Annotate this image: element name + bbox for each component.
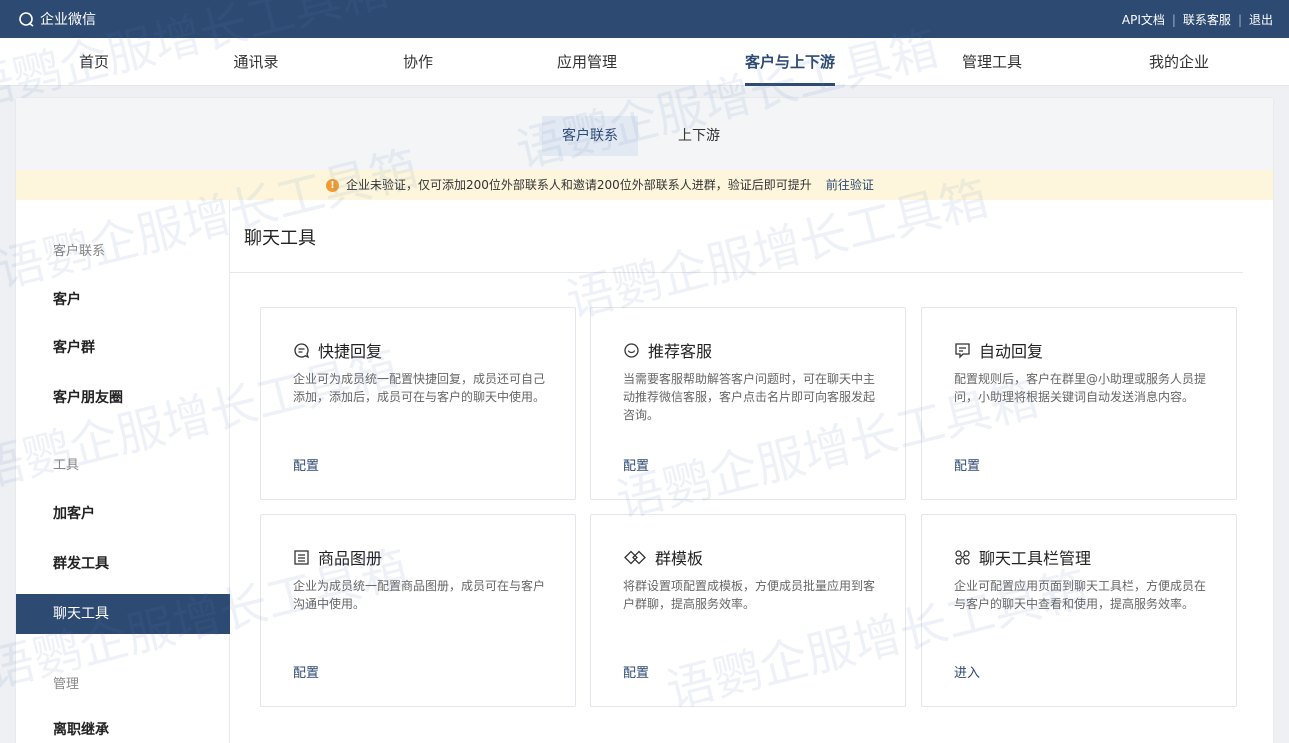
card-description: 企业可为成员统一配置快捷回复，成员还可自己添加，添加后，成员可在与客户的聊天中使… <box>293 372 546 404</box>
card-description: 配置规则后，客户在群里@小助理或服务人员提问，小助理将根据关键词自动发送消息内容… <box>954 372 1207 404</box>
wecom-logo-icon <box>18 11 35 28</box>
logout-link[interactable]: 退出 <box>1249 11 1273 28</box>
brand-name: 企业微信 <box>40 12 96 28</box>
top-bar: 企业微信 API文档 | 联系客服 | 退出 <box>0 0 1289 38</box>
nav-contacts[interactable]: 通讯录 <box>233 38 278 86</box>
card-title: 自动回复 <box>979 342 1044 361</box>
nav-home[interactable]: 首页 <box>79 38 109 86</box>
configure-button[interactable]: 配置 <box>293 662 319 681</box>
link-separator: | <box>1237 12 1242 27</box>
card-product-album: 商品图册 企业为成员统一配置商品图册，成员可在与客户沟通中使用。 配置 <box>260 514 576 707</box>
card-description: 当需要客服帮助解答客户问题时，可在聊天中主动推荐微信客服，客户点击名片即可向客服… <box>623 372 876 422</box>
configure-button[interactable]: 配置 <box>623 455 649 474</box>
configure-button[interactable]: 配置 <box>293 455 319 474</box>
nav-my-enterprise[interactable]: 我的企业 <box>1149 38 1209 86</box>
sidebar: 客户联系 客户 客户群 客户朋友圈 工具 加客户 群发工具 聊天工具 管理 离职… <box>16 200 230 743</box>
brand-logo[interactable]: 企业微信 <box>18 9 96 29</box>
warning-icon: ! <box>326 178 339 192</box>
contact-support-link[interactable]: 联系客服 <box>1183 11 1231 28</box>
configure-button[interactable]: 配置 <box>623 662 649 681</box>
link-separator: | <box>1171 12 1176 27</box>
card-title: 聊天工具栏管理 <box>979 549 1092 568</box>
recommend-service-icon <box>623 342 640 359</box>
card-title: 快捷回复 <box>318 342 383 361</box>
product-album-icon <box>293 549 310 566</box>
sidebar-group-tools: 工具 <box>53 458 80 473</box>
toolbar-manage-icon <box>954 549 971 566</box>
main-nav: 首页 通讯录 协作 应用管理 客户与上下游 管理工具 我的企业 <box>0 38 1289 86</box>
card-title: 商品图册 <box>318 549 383 568</box>
card-title: 群模板 <box>655 549 704 568</box>
nav-app-management[interactable]: 应用管理 <box>557 38 617 86</box>
subtab-bar: 客户联系 上下游 <box>16 98 1273 170</box>
notice-text: 企业未验证，仅可添加200位外部联系人和邀请200位外部联系人进群，验证后即可提… <box>346 178 812 192</box>
api-docs-link[interactable]: API文档 <box>1122 11 1165 28</box>
card-description: 企业可配置应用页面到聊天工具栏，方便成员在与客户的聊天中查看和使用，提高服务效率… <box>954 579 1207 611</box>
verify-link[interactable]: 前往验证 <box>826 170 874 200</box>
nav-management-tools[interactable]: 管理工具 <box>962 38 1022 86</box>
nav-collaboration[interactable]: 协作 <box>403 38 433 86</box>
card-quick-reply: 快捷回复 企业可为成员统一配置快捷回复，成员还可自己添加，添加后，成员可在与客户… <box>260 307 576 500</box>
card-description: 将群设置项配置成模板，方便成员批量应用到客户群聊，提高服务效率。 <box>623 579 876 611</box>
card-auto-reply: 自动回复 配置规则后，客户在群里@小助理或服务人员提问，小助理将根据关键词自动发… <box>921 307 1237 500</box>
sidebar-item-customers[interactable]: 客户 <box>16 280 230 320</box>
group-template-icon <box>623 549 647 566</box>
top-links: API文档 | 联系客服 | 退出 <box>1122 11 1273 28</box>
verification-notice: ! 企业未验证，仅可添加200位外部联系人和邀请200位外部联系人进群，验证后即… <box>16 170 1273 200</box>
card-toolbar-management: 聊天工具栏管理 企业可配置应用页面到聊天工具栏，方便成员在与客户的聊天中查看和使… <box>921 514 1237 707</box>
sidebar-item-customer-groups[interactable]: 客户群 <box>16 328 230 368</box>
enter-button[interactable]: 进入 <box>954 662 980 681</box>
card-recommend-service: 推荐客服 当需要客服帮助解答客户问题时，可在聊天中主动推荐微信客服，客户点击名片… <box>590 307 906 500</box>
tab-customer-contact[interactable]: 客户联系 <box>542 116 638 156</box>
card-title: 推荐客服 <box>648 342 713 361</box>
nav-customers-partners[interactable]: 客户与上下游 <box>744 38 836 86</box>
card-group-template: 群模板 将群设置项配置成模板，方便成员批量应用到客户群聊，提高服务效率。 配置 <box>590 514 906 707</box>
sidebar-item-add-customer[interactable]: 加客户 <box>16 494 230 534</box>
sidebar-item-mass-message[interactable]: 群发工具 <box>16 544 230 584</box>
title-divider <box>230 272 1243 273</box>
tab-upstream-downstream[interactable]: 上下游 <box>658 116 740 156</box>
sidebar-item-chat-tools[interactable]: 聊天工具 <box>16 594 230 634</box>
configure-button[interactable]: 配置 <box>954 455 980 474</box>
auto-reply-icon <box>954 342 971 359</box>
page-title: 聊天工具 <box>244 228 316 249</box>
quick-reply-icon <box>293 342 310 359</box>
card-description: 企业为成员统一配置商品图册，成员可在与客户沟通中使用。 <box>293 579 546 611</box>
sidebar-group-management: 管理 <box>53 677 80 692</box>
sidebar-group-customer-contact: 客户联系 <box>53 244 106 259</box>
sidebar-item-moments[interactable]: 客户朋友圈 <box>16 378 230 418</box>
sidebar-item-resignation-inherit[interactable]: 离职继承 <box>16 710 230 743</box>
